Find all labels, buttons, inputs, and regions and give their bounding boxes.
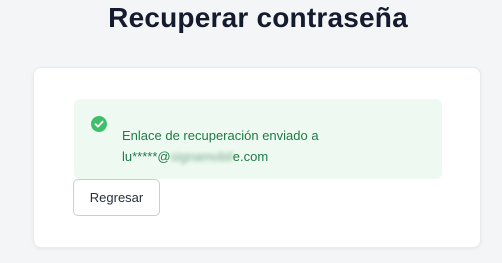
alert-message: Enlace de recuperación enviado a lu*****… [122,125,422,167]
email-redacted: signamobil [170,149,233,164]
success-alert: Enlace de recuperación enviado a lu*****… [74,99,442,179]
recover-password-page: Recuperar contraseña Enlace de recuperac… [0,0,502,263]
back-button[interactable]: Regresar [73,179,160,216]
email-suffix: e.com [232,149,269,164]
alert-line-1: Enlace de recuperación enviado a [122,128,319,143]
recovery-card: Enlace de recuperación enviado a lu*****… [33,67,481,248]
page-title: Recuperar contraseña [108,2,408,33]
check-circle-icon [91,116,107,132]
email-prefix: lu*****@ [122,149,171,164]
